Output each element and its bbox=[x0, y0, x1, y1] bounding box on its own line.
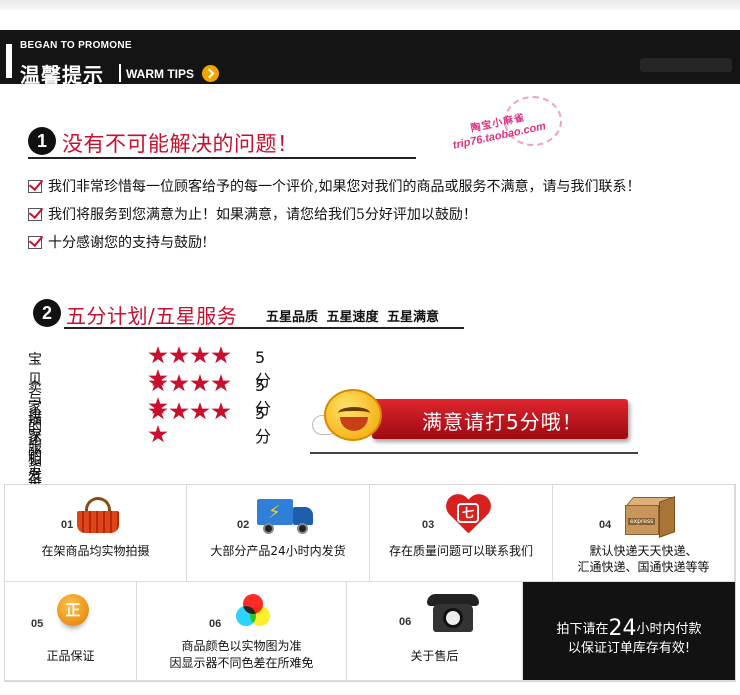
service-text: 默认快递天天快递、 bbox=[589, 544, 698, 558]
service-text-line2: 因显示器不同色差在所难免 bbox=[169, 656, 314, 670]
service-cell: 05 正 正品保证 bbox=[5, 582, 137, 681]
payment-notice-line2: 以保证订单库存有效! bbox=[567, 641, 691, 656]
payment-notice: 拍下请在24小时内付款 以保证订单库存有效! bbox=[523, 582, 735, 681]
five-stars-icon bbox=[148, 374, 252, 415]
five-stars-icon bbox=[148, 346, 252, 387]
shopping-basket-icon bbox=[77, 497, 119, 535]
rating-score: 5分 bbox=[255, 404, 272, 446]
service-text: 商品颜色以实物图为准 bbox=[181, 639, 302, 653]
service-grid: 01 在架商品均实物拍摄 02 大部分产品24小时内发货 ⚡ 03 存在质量问题… bbox=[4, 484, 736, 682]
checkbox-check-icon bbox=[28, 208, 42, 221]
tip-text: 十分感谢您的支持与鼓励! bbox=[48, 235, 208, 251]
section1-number: 1 bbox=[28, 127, 56, 155]
header-cn-title: 温馨提示 bbox=[20, 63, 104, 87]
section1-underline bbox=[28, 157, 416, 159]
section2-bottom-rule bbox=[310, 452, 638, 454]
notice-post: 小时内付款 bbox=[636, 622, 702, 637]
smiley-face-icon bbox=[324, 389, 382, 441]
list-item: 我们非常珍惜每一位顾客给予的每一个评价,如果您对我们的商品或服务不满意，请与我们… bbox=[28, 176, 640, 204]
section2-number: 2 bbox=[33, 299, 61, 327]
section2-subtitle: 五星品质 五星速度 五星满意 bbox=[266, 310, 440, 325]
section1-title: 没有不可能解决的问题！ bbox=[62, 132, 299, 156]
service-number: 02 bbox=[237, 519, 250, 531]
telephone-icon bbox=[427, 594, 479, 636]
tip-text: 我们非常珍惜每一位顾客给予的每一个评价,如果您对我们的商品或服务不满意，请与我们… bbox=[48, 179, 641, 195]
parcel-box-icon: express bbox=[624, 495, 677, 538]
header-divider bbox=[119, 64, 121, 82]
arrow-right-icon bbox=[202, 65, 219, 82]
service-cell: 06 关于售后 bbox=[347, 582, 523, 681]
service-number: 06 bbox=[209, 618, 222, 630]
service-text: 正品保证 bbox=[46, 649, 95, 663]
header-warm-label: WARM TIPS bbox=[126, 67, 194, 81]
tip-text: 我们将服务到您满意为止！如果满意，请您给我们5分好评加以鼓励！ bbox=[48, 207, 477, 223]
promo-text: 满意请打5分哦！ bbox=[422, 410, 583, 434]
list-item: 我们将服务到您满意为止！如果满意，请您给我们5分好评加以鼓励！ bbox=[28, 204, 640, 232]
color-wheel-icon bbox=[236, 594, 270, 628]
section2-title: 五分计划/五星服务 bbox=[66, 304, 238, 328]
list-item: 十分感谢您的支持与鼓励! bbox=[28, 232, 640, 260]
top-strip bbox=[0, 0, 740, 10]
checkbox-check-icon bbox=[28, 180, 42, 193]
service-number: 05 bbox=[31, 618, 44, 630]
notice-pre: 拍下请在 bbox=[556, 622, 609, 637]
header-banner: BEGAN TO PROMONE 温馨提示 WARM TIPS bbox=[0, 30, 740, 87]
section2-underline bbox=[64, 327, 464, 329]
service-number: 03 bbox=[422, 519, 435, 531]
header-en-title: BEGAN TO PROMONE bbox=[20, 40, 132, 51]
genuine-badge-icon: 正 bbox=[57, 594, 89, 626]
service-text: 在架商品均实物拍摄 bbox=[41, 544, 150, 558]
service-number: 01 bbox=[61, 519, 74, 531]
five-stars-icon bbox=[148, 402, 252, 443]
service-number: 04 bbox=[599, 519, 612, 531]
delivery-truck-icon: ⚡ bbox=[257, 499, 313, 535]
five-star-promo-banner: 满意请打5分哦！ bbox=[312, 385, 634, 450]
checkbox-check-icon bbox=[28, 236, 42, 249]
parcel-label: express bbox=[628, 518, 656, 525]
shop-stamp-logo: 陶宝小麻雀 trip76.taobao.com bbox=[452, 96, 562, 158]
tips-list: 我们非常珍惜每一位顾客给予的每一个评价,如果您对我们的商品或服务不满意，请与我们… bbox=[28, 176, 640, 260]
service-text: 大部分产品24小时内发货 bbox=[210, 544, 346, 558]
header-faint-decoration bbox=[640, 58, 732, 72]
heart-icon: 七 bbox=[445, 495, 491, 539]
service-text: 关于售后 bbox=[410, 649, 459, 663]
service-number: 06 bbox=[399, 616, 412, 628]
service-text: 存在质量问题可以联系我们 bbox=[388, 544, 533, 558]
service-text-line2: 汇通快递、国通快递等等 bbox=[577, 560, 710, 574]
service-cell: 06 商品颜色以实物图为准 因显示器不同色差在所难免 bbox=[137, 582, 347, 681]
header-bar-mark bbox=[6, 44, 12, 78]
